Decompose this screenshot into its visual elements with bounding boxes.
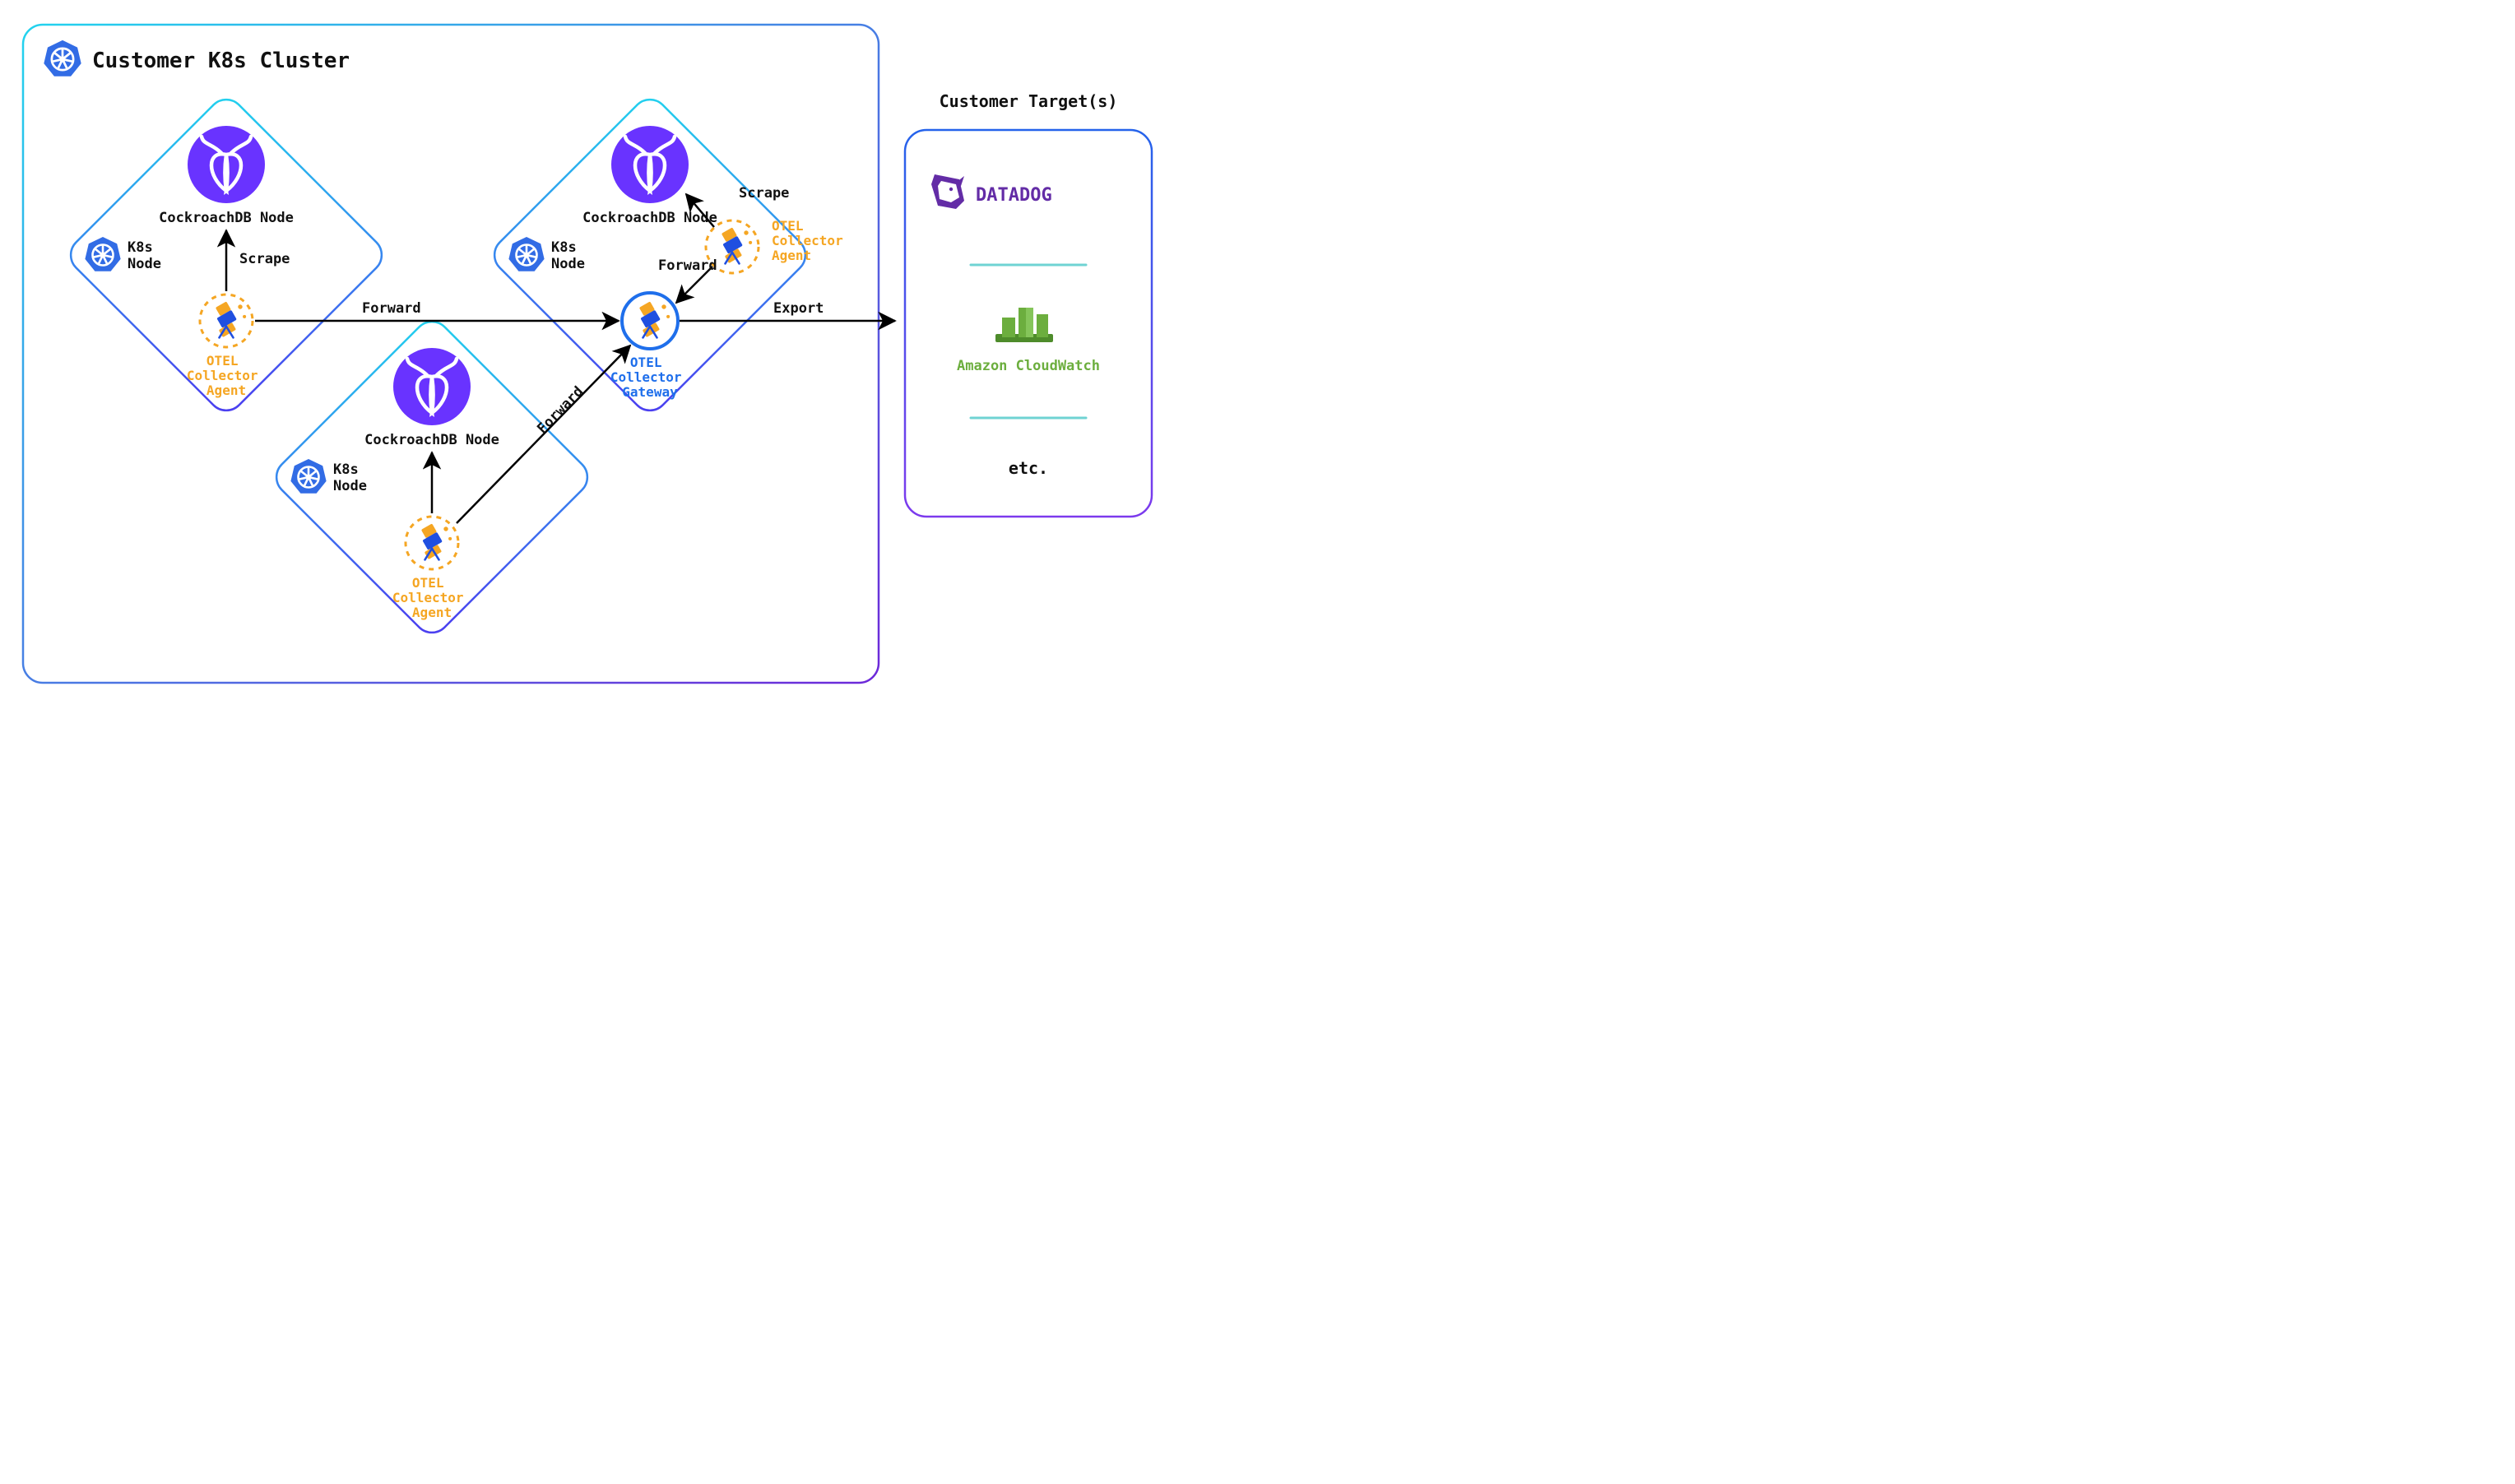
crdb-node-label: CockroachDB Node	[364, 432, 499, 448]
forward-label-1: Forward	[362, 300, 421, 317]
cluster-title: Customer K8s Cluster	[92, 49, 350, 73]
cockroachdb-icon	[611, 126, 689, 203]
cockroachdb-icon	[188, 126, 265, 203]
crdb-node-label: CockroachDB Node	[582, 210, 717, 226]
targets-title: Customer Target(s)	[940, 91, 1118, 111]
crdb-node-label: CockroachDB Node	[159, 210, 294, 226]
otel-agent-icon	[406, 517, 458, 569]
datadog-label: DATADOG	[976, 185, 1052, 206]
scrape-label: Scrape	[239, 251, 290, 267]
cluster-title-group: Customer K8s Cluster	[44, 40, 350, 77]
cloudwatch-label: Amazon CloudWatch	[957, 358, 1100, 374]
datadog-logo	[931, 174, 964, 209]
k8s-node-2: K8s Node CockroachDB Node OTEL Collector…	[487, 92, 851, 418]
forward-label-3: Forward	[534, 383, 587, 437]
cloudwatch-logo	[995, 308, 1053, 342]
diagram-canvas: Customer K8s Cluster K8s Node CockroachD…	[0, 0, 1201, 706]
otel-agent-label: OTEL Collector Agent	[772, 218, 851, 263]
otel-gateway-icon	[622, 293, 678, 349]
cockroachdb-icon	[393, 348, 471, 425]
targets-etc: etc.	[1009, 458, 1048, 478]
otel-agent-icon	[200, 294, 253, 347]
forward-label-inner: Forward	[658, 257, 717, 274]
export-label: Export	[773, 300, 824, 317]
k8s-node-label: K8s Node	[333, 461, 367, 494]
k8s-node-label: K8s Node	[551, 239, 585, 272]
kubernetes-icon	[44, 40, 81, 77]
k8s-node-1: K8s Node CockroachDB Node OTEL Collector…	[63, 92, 389, 418]
k8s-node-3: K8s Node CockroachDB Node OTEL Collector…	[269, 314, 595, 640]
scrape-label: Scrape	[739, 185, 789, 202]
k8s-node-label: K8s Node	[128, 239, 161, 272]
